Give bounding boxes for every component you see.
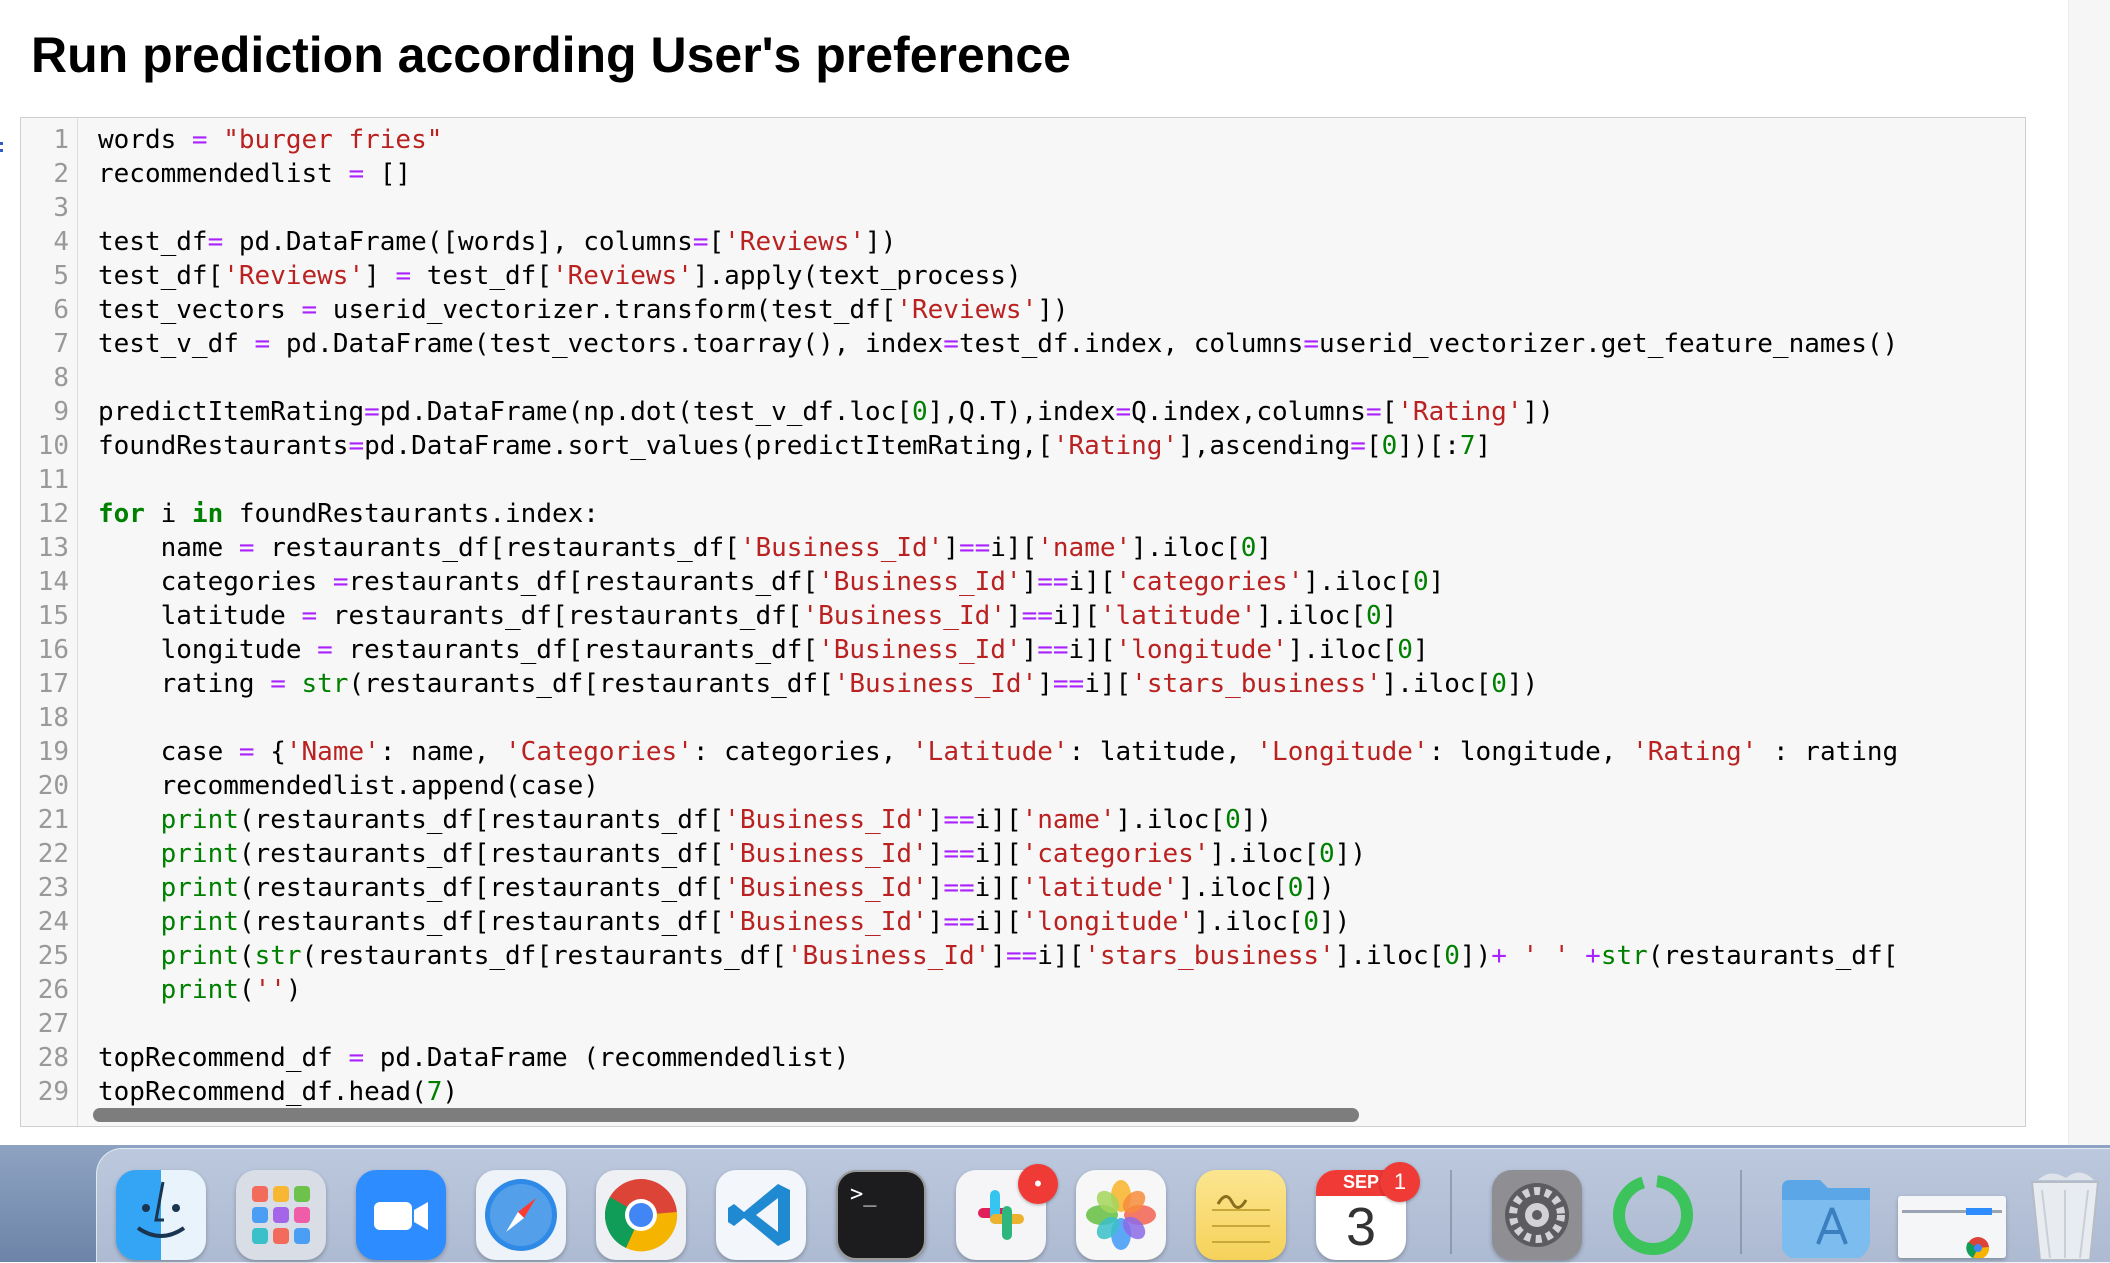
code-line[interactable]: print(restaurants_df[restaurants_df['Bus… — [98, 871, 1335, 905]
code-line[interactable]: test_df['Reviews'] = test_df['Reviews'].… — [98, 259, 1022, 293]
code-line[interactable]: recommendedlist = [] — [98, 157, 411, 191]
code-line[interactable]: topRecommend_df = pd.DataFrame (recommen… — [98, 1041, 849, 1075]
line-number: 18 — [37, 703, 69, 733]
chrome-app-icon[interactable] — [596, 1170, 686, 1260]
code-cell[interactable]: 1 2 3 4 5 6 7 8 9 10 11 12 13 14 15 16 17 18 19 20 21 22 23 24 2… — [20, 117, 2026, 1127]
line-number: 6 — [53, 295, 69, 325]
cell-prompt-marker — [0, 142, 3, 152]
page-title: Run prediction according User's preferen… — [31, 27, 1071, 83]
vertical-scroll-area[interactable] — [2068, 0, 2110, 1145]
code-line[interactable]: name = restaurants_df[restaurants_df['Bu… — [98, 531, 1272, 565]
line-number: 26 — [37, 975, 69, 1005]
notebook-page: Run prediction according User's preferen… — [0, 0, 2068, 1145]
photos-app-icon[interactable] — [1076, 1170, 1166, 1260]
code-line[interactable]: categories =restaurants_df[restaurants_d… — [98, 565, 1445, 599]
code-line[interactable]: for i in foundRestaurants.index: — [98, 497, 599, 531]
line-number: 28 — [37, 1043, 69, 1073]
line-number: 7 — [53, 329, 69, 359]
line-number: 9 — [53, 397, 69, 427]
line-number: 4 — [53, 227, 69, 257]
finder-app-icon[interactable] — [116, 1170, 206, 1260]
line-number: 20 — [37, 771, 69, 801]
code-line[interactable]: predictItemRating=pd.DataFrame(np.dot(te… — [98, 395, 1554, 429]
line-number: 24 — [37, 907, 69, 937]
zoom-app-icon[interactable] — [356, 1170, 446, 1260]
line-number: 3 — [53, 193, 69, 223]
code-line[interactable]: test_vectors = userid_vectorizer.transfo… — [98, 293, 1069, 327]
safari-app-icon[interactable] — [476, 1170, 566, 1260]
applications-folder-icon[interactable] — [1780, 1170, 1870, 1260]
line-number: 19 — [37, 737, 69, 767]
line-number: 17 — [37, 669, 69, 699]
line-number: 8 — [53, 363, 69, 393]
code-line[interactable]: print(restaurants_df[restaurants_df['Bus… — [98, 905, 1351, 939]
line-number: 29 — [37, 1077, 69, 1107]
terminal-prompt-glyph: >_ — [850, 1182, 877, 1207]
launchpad-app-icon[interactable] — [236, 1170, 326, 1260]
vscode-app-icon[interactable] — [716, 1170, 806, 1260]
line-number: 15 — [37, 601, 69, 631]
terminal-app-icon[interactable]: >_ — [836, 1170, 926, 1260]
system-preferences-app-icon[interactable] — [1492, 1170, 1582, 1260]
line-number: 14 — [37, 567, 69, 597]
code-line[interactable]: foundRestaurants=pd.DataFrame.sort_value… — [98, 429, 1491, 463]
dock-separator — [1450, 1170, 1452, 1254]
line-number: 25 — [37, 941, 69, 971]
code-line[interactable]: test_df= pd.DataFrame([words], columns=[… — [98, 225, 896, 259]
line-number: 21 — [37, 805, 69, 835]
calendar-notification-badge: 1 — [1380, 1162, 1420, 1202]
code-line[interactable]: topRecommend_df.head(7) — [98, 1075, 458, 1109]
slack-notification-badge: • — [1018, 1164, 1058, 1204]
code-line[interactable]: print(str(restaurants_df[restaurants_df[… — [98, 939, 1899, 973]
horizontal-scrollbar[interactable] — [93, 1108, 1359, 1122]
line-number: 27 — [37, 1009, 69, 1039]
line-number: 2 — [53, 159, 69, 189]
line-number: 16 — [37, 635, 69, 665]
code-line[interactable]: latitude = restaurants_df[restaurants_df… — [98, 599, 1398, 633]
code-line[interactable]: print(restaurants_df[restaurants_df['Bus… — [98, 837, 1366, 871]
line-number: 22 — [37, 839, 69, 869]
line-number: 10 — [37, 431, 69, 461]
line-number: 1 — [53, 125, 69, 155]
line-number: 5 — [53, 261, 69, 291]
line-number: 11 — [37, 465, 69, 495]
line-number: 12 — [37, 499, 69, 529]
code-line[interactable]: case = {'Name': name, 'Categories': cate… — [98, 735, 1899, 769]
trash-icon[interactable] — [2020, 1170, 2110, 1260]
calendar-day: 3 — [1345, 1197, 1377, 1257]
chrome-window-thumbnail[interactable] — [1898, 1196, 2006, 1258]
code-line[interactable]: print('') — [98, 973, 302, 1007]
code-line[interactable]: recommendedlist.append(case) — [98, 769, 599, 803]
code-line[interactable]: print(restaurants_df[restaurants_df['Bus… — [98, 803, 1272, 837]
line-number: 23 — [37, 873, 69, 903]
notes-app-icon[interactable] — [1196, 1170, 1286, 1260]
line-number: 13 — [37, 533, 69, 563]
line-number-gutter: 1 2 3 4 5 6 7 8 9 10 11 12 13 14 15 16 17 18 19 20 21 22 23 24 2… — [21, 118, 78, 1126]
code-line[interactable]: words = "burger fries" — [98, 123, 442, 157]
progress-ring-app-icon[interactable] — [1608, 1170, 1698, 1260]
dock-separator-2 — [1740, 1170, 1742, 1254]
code-line[interactable]: rating = str(restaurants_df[restaurants_… — [98, 667, 1539, 701]
code-line[interactable]: longitude = restaurants_df[restaurants_d… — [98, 633, 1429, 667]
code-line[interactable]: test_v_df = pd.DataFrame(test_vectors.to… — [98, 327, 1898, 361]
